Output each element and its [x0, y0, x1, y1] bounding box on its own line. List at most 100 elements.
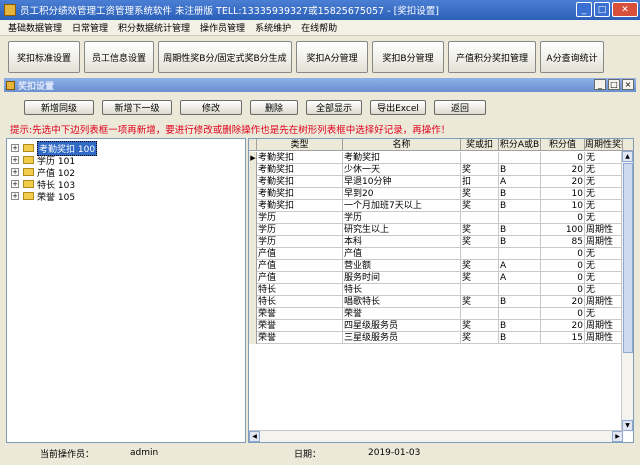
col-reward-header[interactable]: 奖或扣 [461, 139, 499, 151]
menu-basic-data[interactable]: 基础数据管理 [8, 21, 62, 34]
horizontal-scrollbar[interactable]: ◀ ▶ [249, 430, 623, 442]
table-row[interactable]: 特长 唱歌特长奖 B 20 周期性 [249, 296, 623, 308]
vertical-scroll-thumb[interactable] [623, 163, 633, 353]
a-points-query-button[interactable]: A分查询统计 [540, 41, 604, 73]
table-row[interactable]: 考勤奖扣 早退10分钟扣 A 20 无 [249, 176, 623, 188]
table-row[interactable]: 产值 营业额奖 A 0 无 [249, 260, 623, 272]
table-row[interactable]: 学历 本科奖 B 85 周期性 [249, 236, 623, 248]
expand-icon[interactable]: + [11, 144, 19, 152]
col-name-header[interactable]: 名称 [343, 139, 461, 151]
periodic-b-points-button[interactable]: 周期性奖B分/固定式奖B分生成 [158, 41, 292, 73]
close-button[interactable]: ✕ [612, 2, 638, 17]
table-row[interactable]: 学历 研究生以上奖 B 100 周期性 [249, 224, 623, 236]
row-indicator[interactable] [249, 296, 257, 308]
cell-reward: 奖 [461, 320, 499, 332]
col-type-header[interactable]: 类型 [257, 139, 343, 151]
menu-daily[interactable]: 日常管理 [72, 21, 108, 34]
table-row[interactable]: 产值 服务时间奖 A 0 无 [249, 272, 623, 284]
table-row[interactable]: 考勤奖扣 一个月加班7天以上奖 B 10 无 [249, 200, 623, 212]
current-row-icon[interactable]: ▶ [249, 152, 257, 164]
row-indicator[interactable] [249, 188, 257, 200]
table-row[interactable]: 产值 产值 0 无 [249, 248, 623, 260]
cell-type: 产值 [257, 272, 343, 284]
scroll-left-icon[interactable]: ◀ [249, 431, 260, 442]
expand-icon[interactable]: + [11, 192, 19, 200]
col-periodic-header[interactable]: 周期性奖扣 [585, 139, 623, 151]
col-ab-header[interactable]: 积分A或B [499, 139, 541, 151]
menu-operators[interactable]: 操作员管理 [200, 21, 245, 34]
cell-name: 服务时间 [343, 272, 461, 284]
row-indicator[interactable] [249, 248, 257, 260]
row-indicator[interactable] [249, 164, 257, 176]
table-row[interactable]: 荣誉 三星级服务员奖 B 15 周期性 [249, 332, 623, 344]
cell-reward: 奖 [461, 236, 499, 248]
employee-info-button[interactable]: 员工信息设置 [84, 41, 154, 73]
cell-name: 早退10分钟 [343, 176, 461, 188]
table-row[interactable]: 考勤奖扣 少休一天奖 B 20 无 [249, 164, 623, 176]
maximize-button[interactable]: □ [594, 2, 610, 17]
cell-ab: A [499, 176, 541, 188]
sub-minimize-button[interactable]: _ [594, 79, 606, 90]
a-points-manage-button[interactable]: 奖扣A分管理 [296, 41, 368, 73]
edit-button[interactable]: 修改 [180, 100, 242, 115]
col-value-header[interactable]: 积分值 [541, 139, 585, 151]
row-indicator[interactable] [249, 200, 257, 212]
status-bar: 当前操作员： admin 日期： 2019-01-03 [0, 446, 640, 460]
row-indicator[interactable] [249, 308, 257, 320]
menu-system[interactable]: 系统维护 [255, 21, 291, 34]
cell-value: 20 [541, 176, 585, 188]
scroll-up-icon[interactable]: ▲ [622, 151, 633, 162]
tree-node[interactable]: + 产值 102 [11, 166, 75, 179]
row-indicator[interactable] [249, 176, 257, 188]
output-points-button[interactable]: 产值积分奖扣管理 [448, 41, 536, 73]
row-indicator[interactable] [249, 224, 257, 236]
minimize-button[interactable]: _ [576, 2, 592, 17]
cell-periodic: 周期性 [585, 224, 623, 236]
tree-node[interactable]: + 特长 103 [11, 178, 75, 191]
cell-periodic: 无 [585, 188, 623, 200]
add-child-button[interactable]: 新增下一级 [102, 100, 172, 115]
cell-name: 三星级服务员 [343, 332, 461, 344]
scroll-right-icon[interactable]: ▶ [612, 431, 623, 442]
expand-icon[interactable]: + [11, 156, 19, 164]
table-row[interactable]: 荣誉 荣誉 0 无 [249, 308, 623, 320]
table-row[interactable]: ▶ 考勤奖扣 考勤奖扣 0 无 [249, 152, 623, 164]
vertical-scrollbar[interactable]: ▲ ▼ [621, 151, 633, 431]
table-row[interactable]: 学历 学历 0 无 [249, 212, 623, 224]
table-row[interactable]: 特长 特长 0 无 [249, 284, 623, 296]
menu-statistics[interactable]: 积分数据统计管理 [118, 21, 190, 34]
cell-ab [499, 308, 541, 320]
row-indicator[interactable] [249, 332, 257, 344]
row-indicator[interactable] [249, 284, 257, 296]
tree-node[interactable]: + 荣誉 105 [11, 190, 75, 203]
folder-icon [23, 168, 34, 176]
tree-node-label[interactable]: 荣誉 105 [37, 190, 75, 203]
tree-node[interactable]: + 学历 101 [11, 154, 75, 167]
cell-name: 一个月加班7天以上 [343, 200, 461, 212]
row-indicator[interactable] [249, 236, 257, 248]
expand-icon[interactable]: + [11, 168, 19, 176]
tree-node[interactable]: + 考勤奖扣 100 [11, 140, 98, 156]
delete-button[interactable]: 删除 [250, 100, 298, 115]
row-indicator[interactable] [249, 260, 257, 272]
row-indicator[interactable] [249, 212, 257, 224]
cell-periodic: 无 [585, 272, 623, 284]
expand-icon[interactable]: + [11, 180, 19, 188]
table-row[interactable]: 荣誉 四星级服务员奖 B 20 周期性 [249, 320, 623, 332]
sub-close-button[interactable]: × [622, 79, 634, 90]
scroll-down-icon[interactable]: ▼ [622, 420, 633, 431]
export-excel-button[interactable]: 导出Excel [370, 100, 426, 115]
cell-reward: 奖 [461, 164, 499, 176]
show-all-button[interactable]: 全部显示 [306, 100, 362, 115]
reward-standard-button[interactable]: 奖扣标准设置 [8, 41, 80, 73]
cell-reward [461, 212, 499, 224]
add-sibling-button[interactable]: 新增同级 [24, 100, 94, 115]
b-points-manage-button[interactable]: 奖扣B分管理 [372, 41, 444, 73]
table-row[interactable]: 考勤奖扣 早到20 奖 B 10 无 [249, 188, 623, 200]
back-button[interactable]: 返回 [434, 100, 486, 115]
row-indicator[interactable] [249, 272, 257, 284]
menu-help[interactable]: 在线帮助 [301, 21, 337, 34]
sub-maximize-button[interactable]: □ [608, 79, 620, 90]
category-tree: + 考勤奖扣 100 + 学历 101 + 产值 102 + 特长 103 + … [6, 138, 246, 443]
row-indicator[interactable] [249, 320, 257, 332]
